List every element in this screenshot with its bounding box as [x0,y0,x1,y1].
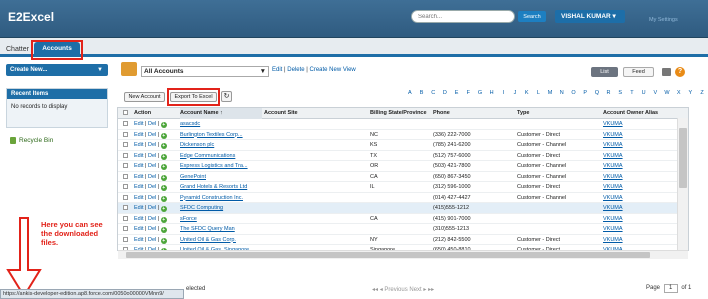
app-root: E2Excel Search VISHAL KUMAR ▾ My Setting… [0,0,708,299]
annotation-arrow-icon [6,217,42,298]
browser-status-url: https://ankis-developer-edition.ap8.forc… [0,289,184,299]
